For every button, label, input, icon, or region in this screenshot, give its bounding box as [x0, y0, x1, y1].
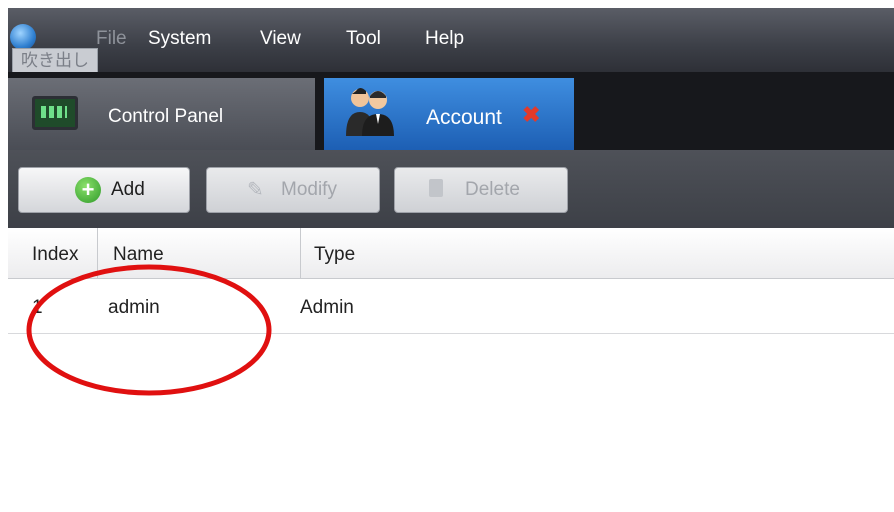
add-button-label: Add: [111, 179, 145, 200]
menu-file[interactable]: File: [96, 28, 127, 50]
tab-bar: Control Panel Account ✖: [8, 72, 894, 150]
app-logo-icon: [10, 24, 36, 50]
close-icon[interactable]: ✖: [522, 102, 540, 128]
plus-icon: +: [75, 177, 101, 203]
window-left-edge: [0, 8, 8, 512]
add-button[interactable]: + Add: [18, 167, 190, 213]
menu-help[interactable]: Help: [425, 28, 464, 50]
modify-button[interactable]: ✎ Modify: [206, 167, 380, 213]
menu-bar: File System View Tool Help 吹き出し: [8, 8, 894, 74]
tab-control-panel-label: Control Panel: [108, 106, 224, 127]
modify-button-label: Modify: [281, 179, 337, 200]
tab-control-panel[interactable]: Control Panel: [8, 78, 315, 150]
trash-icon: [429, 179, 443, 197]
app-window: File System View Tool Help 吹き出し Control …: [0, 0, 894, 512]
people-icon: [346, 88, 394, 136]
menu-view[interactable]: View: [260, 28, 301, 50]
menu-tool[interactable]: Tool: [346, 28, 381, 50]
tab-account-label: Account: [426, 106, 502, 129]
monitor-icon: [32, 96, 78, 130]
window-top-edge: [0, 0, 894, 8]
toolbar: + Add ✎ Modify Delete: [8, 150, 894, 228]
column-header-type[interactable]: Type: [302, 228, 602, 278]
menu-system[interactable]: System: [148, 28, 211, 50]
delete-button[interactable]: Delete: [394, 167, 568, 213]
tooltip: 吹き出し: [12, 48, 98, 74]
annotation-circle: [26, 264, 272, 396]
delete-button-label: Delete: [465, 179, 520, 200]
tab-account[interactable]: Account ✖: [324, 78, 574, 150]
cell-type: Admin: [300, 297, 354, 318]
pencil-icon: ✎: [247, 179, 264, 201]
